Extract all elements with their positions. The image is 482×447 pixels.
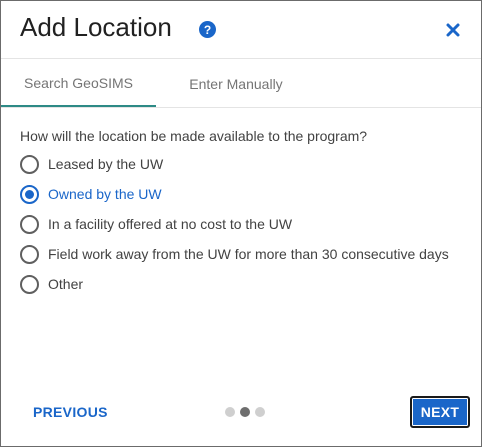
option-label: Field work away from the UW for more tha… (48, 246, 449, 262)
radio-button[interactable] (20, 154, 39, 174)
dialog-header: Add Location ? (1, 1, 481, 59)
step-dot (255, 407, 265, 417)
next-button[interactable]: NEXT (410, 396, 470, 428)
step-dot-active (240, 407, 250, 417)
radio-button[interactable] (20, 274, 39, 294)
option-other[interactable]: Other (20, 273, 83, 295)
radio-button-checked[interactable] (20, 184, 39, 204)
option-label: Leased by the UW (48, 156, 164, 172)
option-leased[interactable]: Leased by the UW (20, 153, 163, 175)
tab-bar: Search GeoSIMS Enter Manually (1, 60, 481, 108)
radio-button[interactable] (20, 244, 39, 264)
dialog-title: Add Location (20, 12, 172, 42)
step-indicator (225, 407, 265, 417)
option-label: In a facility offered at no cost to the … (48, 216, 293, 232)
location-question: How will the location be made available … (20, 128, 368, 144)
tab-search-geosims[interactable]: Search GeoSIMS (1, 60, 156, 107)
option-label: Other (48, 276, 84, 292)
tab-enter-manually[interactable]: Enter Manually (156, 60, 316, 107)
option-field-work[interactable]: Field work away from the UW for more tha… (20, 243, 449, 265)
option-label: Owned by the UW (48, 186, 162, 202)
close-icon[interactable] (443, 20, 463, 40)
previous-button[interactable]: PREVIOUS (22, 397, 119, 427)
option-owned[interactable]: Owned by the UW (20, 183, 162, 205)
option-no-cost-facility[interactable]: In a facility offered at no cost to the … (20, 213, 292, 235)
step-dot (225, 407, 235, 417)
help-icon[interactable]: ? (199, 21, 216, 38)
radio-button[interactable] (20, 214, 39, 234)
add-location-dialog: Add Location ? Search GeoSIMS Enter Manu… (0, 0, 482, 447)
